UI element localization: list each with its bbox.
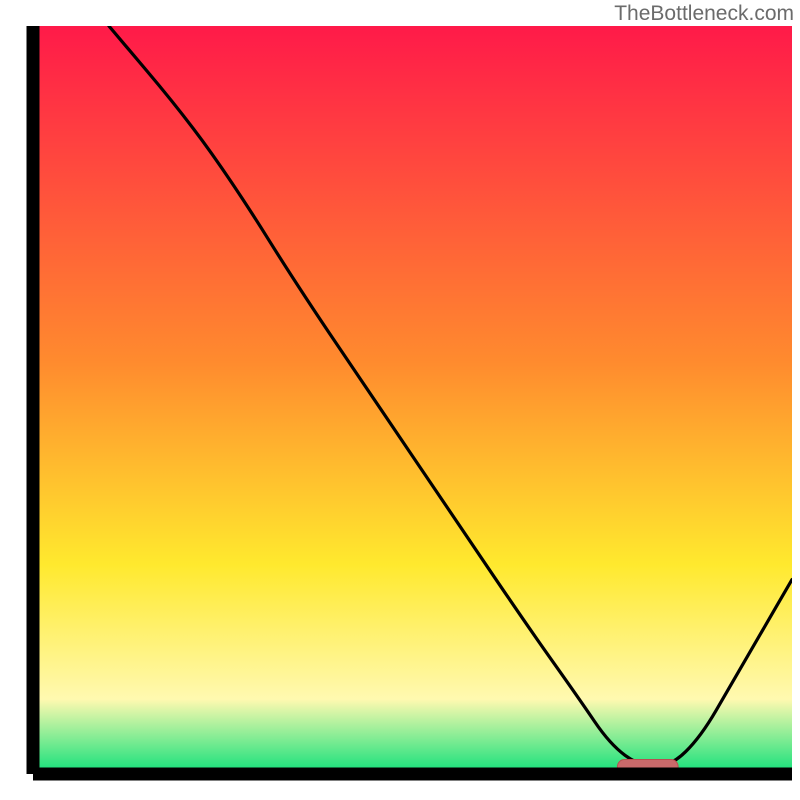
watermark-text: TheBottleneck.com <box>614 2 794 26</box>
bottleneck-chart: TheBottleneck.com <box>0 0 800 800</box>
plot-background <box>33 26 792 774</box>
chart-svg <box>0 0 800 800</box>
